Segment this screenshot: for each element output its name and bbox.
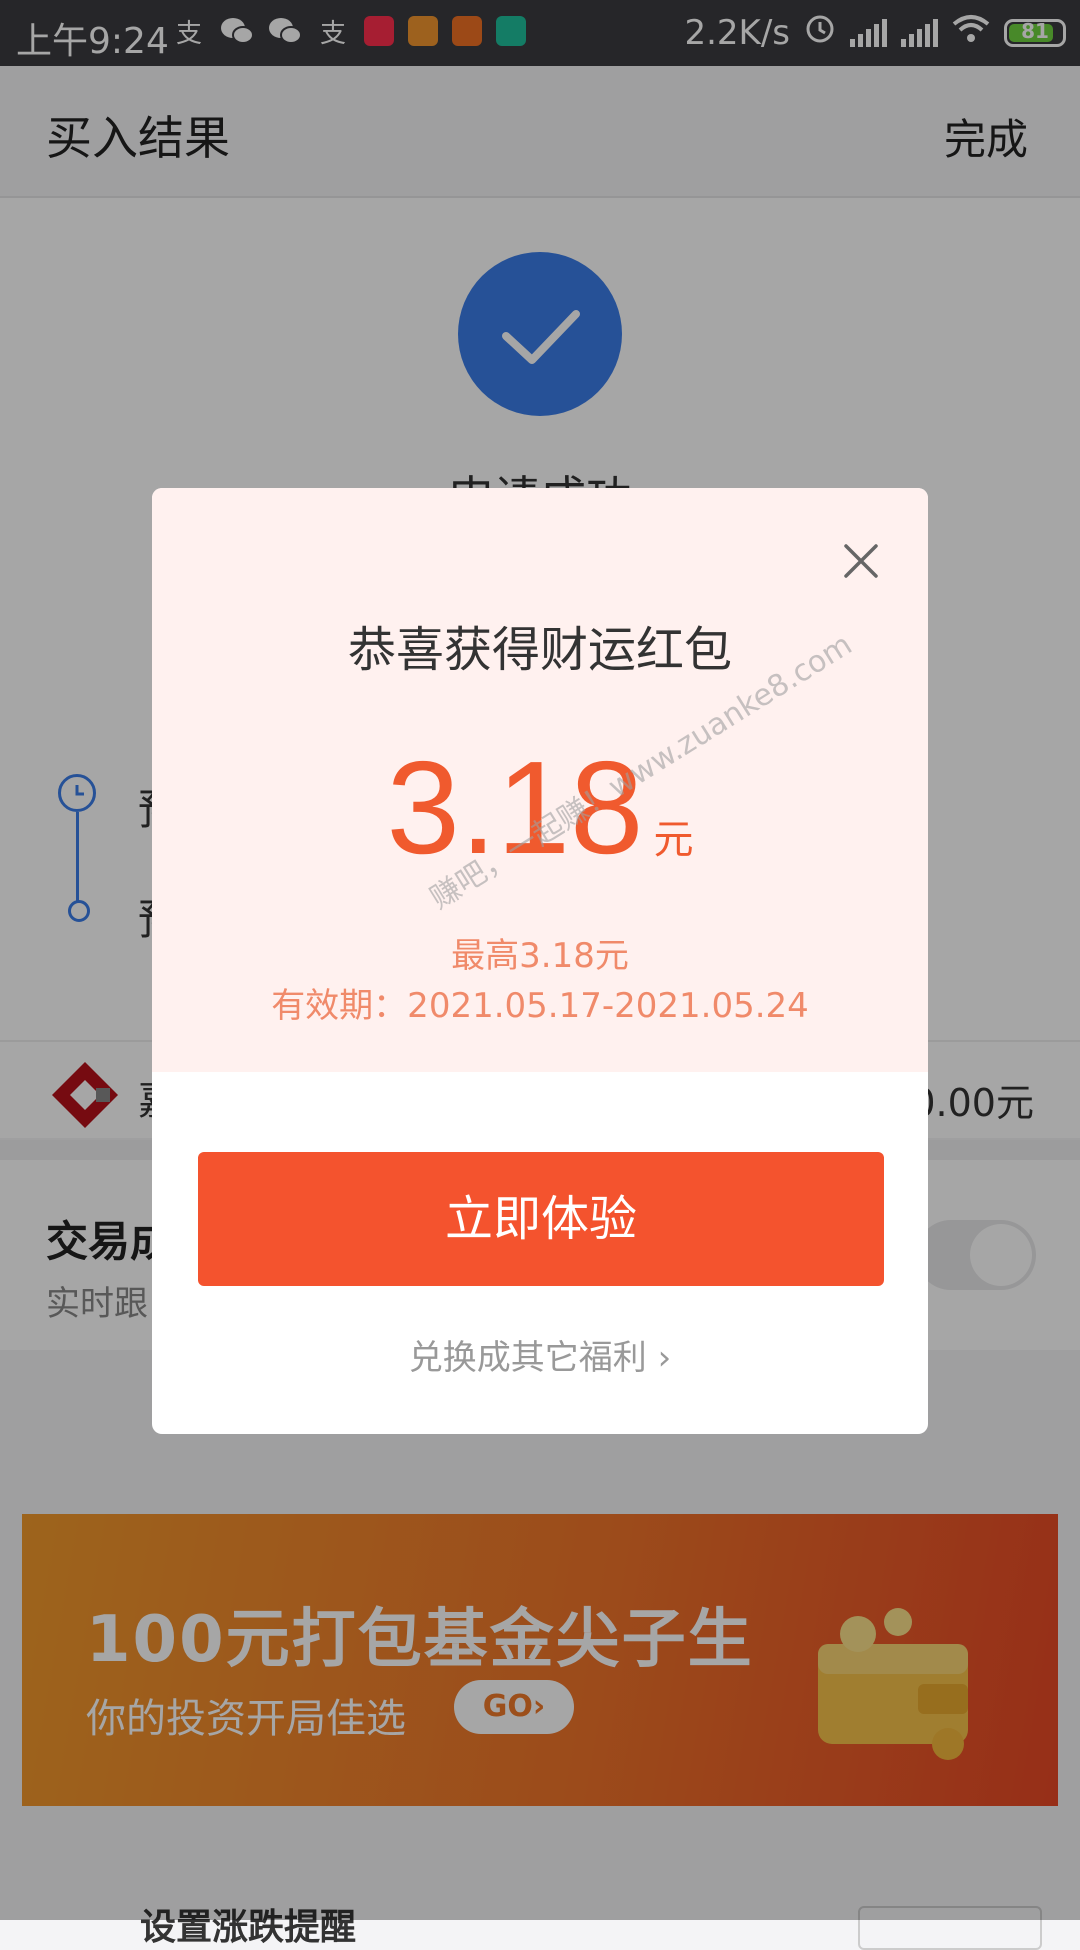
reward-unit: 元 <box>653 817 694 863</box>
max-amount-text: 最高3.18元 <box>451 936 629 976</box>
exchange-welfare-link[interactable]: 兑换成其它福利 › <box>152 1330 928 1379</box>
close-icon[interactable] <box>834 534 888 588</box>
validity-text: 有效期：2021.05.17-2021.05.24 <box>271 986 809 1026</box>
try-now-button[interactable]: 立即体验 <box>198 1152 884 1286</box>
red-packet-modal: 恭喜获得财运红包 3.18 元 最高3.18元 有效期：2021.05.17-20… <box>152 488 928 1434</box>
